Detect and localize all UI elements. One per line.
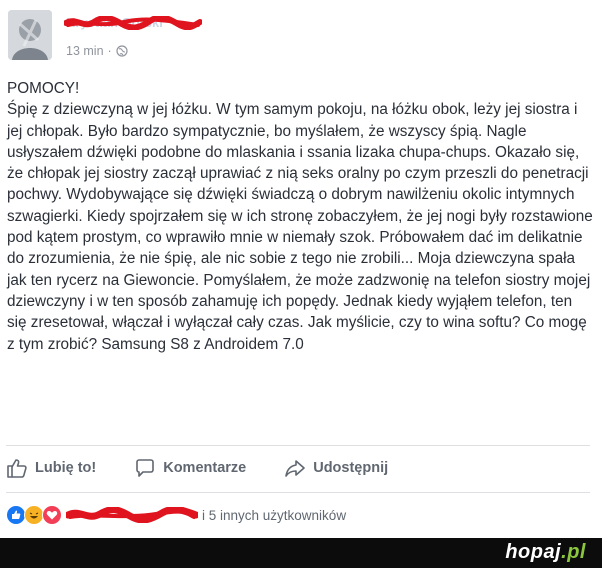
- haha-reaction-icon: [24, 505, 44, 525]
- share-arrow-icon: [285, 460, 306, 477]
- like-label: Lubię to!: [35, 460, 97, 476]
- watermark-bar: hopaj.pl: [0, 538, 602, 568]
- post-header: Krystian Gorski 13 min ·: [8, 10, 588, 66]
- facebook-post: Krystian Gorski 13 min · POMOCY! Śpię z …: [0, 0, 602, 538]
- comment-button[interactable]: Komentarze: [134, 457, 246, 479]
- like-reaction-icon: [6, 505, 26, 525]
- watermark-brand: hopaj: [505, 541, 562, 563]
- watermark-domain: .pl: [561, 541, 586, 563]
- watermark-logo: hopaj.pl: [505, 541, 586, 564]
- post-meta: 13 min ·: [66, 44, 128, 58]
- share-button[interactable]: Udostępnij: [284, 457, 388, 479]
- reactions-others-count[interactable]: i 5 innych użytkowników: [202, 508, 346, 523]
- love-reaction-icon: [42, 505, 62, 525]
- author-redaction-scribble: [64, 16, 202, 30]
- divider: [6, 445, 590, 446]
- thumbs-up-icon: [7, 459, 27, 478]
- globe-icon: [116, 45, 128, 57]
- like-button[interactable]: Lubię to!: [6, 457, 96, 479]
- divider: [6, 492, 590, 493]
- reactors-redaction-scribble: [66, 507, 198, 523]
- avatar[interactable]: [8, 10, 52, 60]
- post-body-heading: POMOCY!: [7, 80, 80, 97]
- post-body: POMOCY! Śpię z dziewczyną w jej łóżku. W…: [7, 78, 595, 355]
- post-timestamp[interactable]: 13 min: [66, 44, 104, 58]
- comment-label: Komentarze: [163, 460, 247, 476]
- comment-icon: [136, 459, 155, 477]
- post-actions: Lubię to! Komentarze Udostępnij: [6, 452, 590, 484]
- share-label: Udostępnij: [313, 460, 389, 476]
- author-name[interactable]: Krystian Gorski: [64, 14, 204, 32]
- post-body-paragraph: Śpię z dziewczyną w jej łóżku. W tym sam…: [7, 101, 593, 353]
- meta-separator: ·: [107, 44, 112, 58]
- reactions-bar[interactable]: i 5 innych użytkowników: [6, 502, 586, 528]
- avatar-photo-icon: [8, 10, 52, 60]
